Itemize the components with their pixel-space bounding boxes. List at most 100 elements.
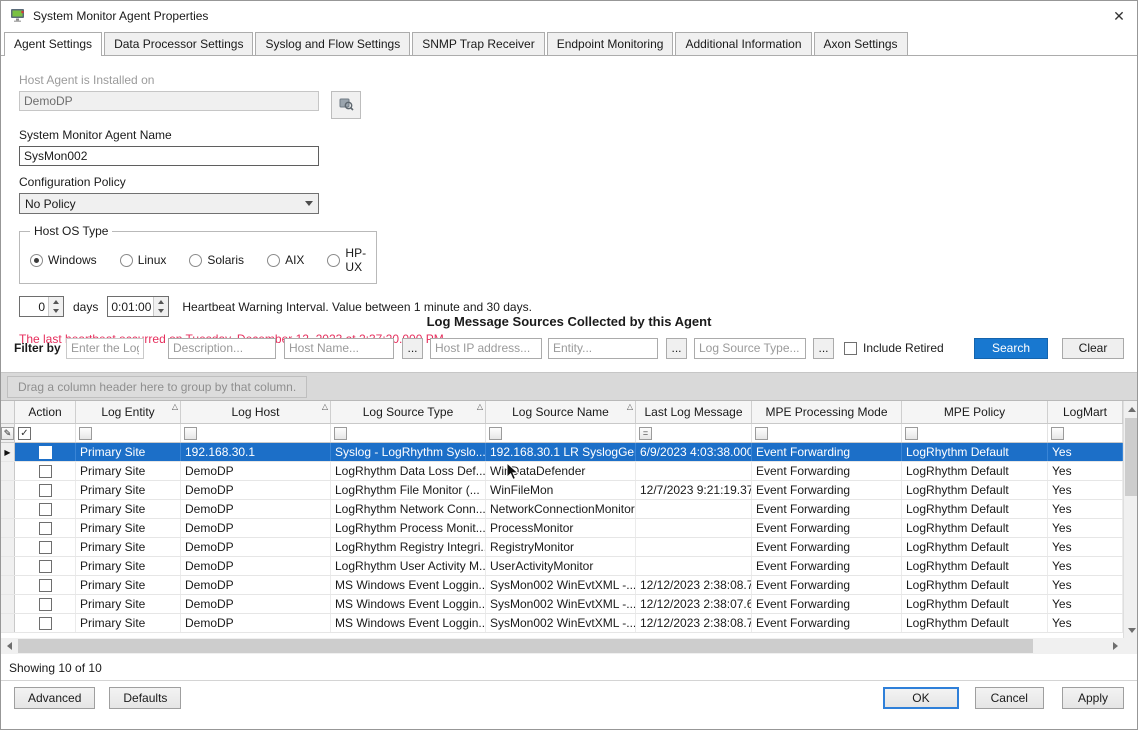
filter-icon[interactable]: [905, 427, 918, 440]
filter-log-source-type-cell[interactable]: [331, 424, 486, 442]
close-icon[interactable]: ✕: [1101, 1, 1137, 31]
filter-logmart-cell[interactable]: [1048, 424, 1123, 442]
row-action-cell[interactable]: [15, 462, 76, 480]
filter-icon[interactable]: [755, 427, 768, 440]
host-ip-filter-input[interactable]: [430, 338, 542, 359]
row-checkbox[interactable]: [39, 465, 52, 478]
tab-snmp-trap-receiver[interactable]: SNMP Trap Receiver: [412, 32, 544, 55]
table-row[interactable]: Primary Site DemoDP MS Windows Event Log…: [1, 595, 1123, 614]
filter-log-source-name-cell[interactable]: [486, 424, 636, 442]
column-header-mpe-policy[interactable]: MPE Policy: [902, 401, 1048, 423]
select-host-button[interactable]: [331, 91, 361, 119]
entity-filter-input[interactable]: [548, 338, 658, 359]
filter-mpe-policy-cell[interactable]: [902, 424, 1048, 442]
tab-axon-settings[interactable]: Axon Settings: [814, 32, 908, 55]
row-action-cell[interactable]: [15, 519, 76, 537]
ok-button[interactable]: OK: [883, 687, 958, 709]
scroll-up-icon[interactable]: [1124, 401, 1138, 417]
tab-syslog-and-flow-settings[interactable]: Syslog and Flow Settings: [255, 32, 410, 55]
filter-icon[interactable]: [1051, 427, 1064, 440]
heartbeat-time-spinner[interactable]: 0:01:00: [107, 296, 169, 317]
filter-icon[interactable]: [79, 427, 92, 440]
column-header-log-host[interactable]: Log Host△: [181, 401, 331, 423]
row-action-cell[interactable]: [15, 500, 76, 518]
filter-action-cell[interactable]: ✓: [15, 424, 76, 442]
table-row[interactable]: Primary Site DemoDP MS Windows Event Log…: [1, 576, 1123, 595]
row-checkbox[interactable]: [39, 503, 52, 516]
log-source-filter-input[interactable]: [66, 338, 144, 359]
filter-icon[interactable]: [184, 427, 197, 440]
log-source-type-filter-input[interactable]: [694, 338, 806, 359]
horizontal-scrollbar[interactable]: [1, 638, 1123, 654]
table-row[interactable]: Primary Site DemoDP LogRhythm Registry I…: [1, 538, 1123, 557]
filter-log-host-cell[interactable]: [181, 424, 331, 442]
column-header-action[interactable]: Action: [15, 401, 76, 423]
table-row[interactable]: Primary Site DemoDP LogRhythm File Monit…: [1, 481, 1123, 500]
search-button[interactable]: Search: [974, 338, 1048, 359]
spinner-arrows-icon[interactable]: [153, 297, 168, 316]
table-row[interactable]: Primary Site DemoDP LogRhythm User Activ…: [1, 557, 1123, 576]
host-name-filter-input[interactable]: [284, 338, 394, 359]
cancel-button[interactable]: Cancel: [975, 687, 1044, 709]
column-header-mpe-processing-mode[interactable]: MPE Processing Mode: [752, 401, 902, 423]
heartbeat-days-spinner[interactable]: 0: [19, 296, 64, 317]
filter-log-entity-cell[interactable]: [76, 424, 181, 442]
row-action-cell[interactable]: [15, 443, 76, 461]
vertical-scroll-thumb[interactable]: [1125, 418, 1138, 496]
column-header-log-entity[interactable]: Log Entity△: [76, 401, 181, 423]
log-source-type-browse-button[interactable]: ...: [813, 338, 834, 359]
advanced-button[interactable]: Advanced: [14, 687, 95, 709]
host-name-browse-button[interactable]: ...: [402, 338, 423, 359]
tab-data-processor-settings[interactable]: Data Processor Settings: [104, 32, 253, 55]
column-header-log-source-name[interactable]: Log Source Name△: [486, 401, 636, 423]
include-retired-option[interactable]: Include Retired: [844, 341, 944, 355]
spinner-arrows-icon[interactable]: [48, 297, 63, 316]
defaults-button[interactable]: Defaults: [109, 687, 181, 709]
table-row[interactable]: Primary Site DemoDP LogRhythm Process Mo…: [1, 519, 1123, 538]
row-action-cell[interactable]: [15, 481, 76, 499]
tab-agent-settings[interactable]: Agent Settings: [4, 32, 102, 56]
equals-operator-icon[interactable]: =: [639, 427, 652, 440]
filter-icon[interactable]: [489, 427, 502, 440]
column-header-logmart[interactable]: LogMart: [1048, 401, 1123, 423]
os-radio-aix[interactable]: AIX: [267, 253, 304, 267]
row-checkbox[interactable]: [39, 579, 52, 592]
include-retired-checkbox[interactable]: [844, 342, 857, 355]
os-radio-solaris[interactable]: Solaris: [189, 253, 244, 267]
row-action-cell[interactable]: [15, 595, 76, 613]
scroll-right-icon[interactable]: [1107, 638, 1123, 654]
row-checkbox[interactable]: [39, 484, 52, 497]
row-checkbox[interactable]: [39, 560, 52, 573]
clear-button[interactable]: Clear: [1062, 338, 1124, 359]
row-checkbox[interactable]: [39, 541, 52, 554]
table-row[interactable]: ▶ Primary Site 192.168.30.1 Syslog - Log…: [1, 443, 1123, 462]
row-checkbox[interactable]: [39, 598, 52, 611]
tab-endpoint-monitoring[interactable]: Endpoint Monitoring: [547, 32, 674, 55]
table-row[interactable]: Primary Site DemoDP LogRhythm Data Loss …: [1, 462, 1123, 481]
configuration-policy-select[interactable]: No Policy: [19, 193, 319, 214]
filter-mpe-processing-mode-cell[interactable]: [752, 424, 902, 442]
horizontal-scroll-thumb[interactable]: [18, 639, 1033, 653]
os-radio-linux[interactable]: Linux: [120, 253, 167, 267]
entity-browse-button[interactable]: ...: [666, 338, 687, 359]
row-checkbox[interactable]: [39, 522, 52, 535]
vertical-scrollbar[interactable]: [1123, 401, 1138, 638]
agent-name-input[interactable]: [19, 146, 319, 166]
row-checkbox[interactable]: [39, 446, 52, 459]
scroll-down-icon[interactable]: [1124, 622, 1138, 638]
row-action-cell[interactable]: [15, 614, 76, 632]
row-action-cell[interactable]: [15, 557, 76, 575]
filter-last-log-message-cell[interactable]: =: [636, 424, 752, 442]
row-action-cell[interactable]: [15, 576, 76, 594]
column-header-last-log-message[interactable]: Last Log Message: [636, 401, 752, 423]
os-radio-windows[interactable]: Windows: [30, 253, 97, 267]
apply-button[interactable]: Apply: [1062, 687, 1124, 709]
table-row[interactable]: Primary Site DemoDP MS Windows Event Log…: [1, 614, 1123, 633]
column-header-log-source-type[interactable]: Log Source Type△: [331, 401, 486, 423]
select-all-checkbox[interactable]: ✓: [18, 427, 31, 440]
description-filter-input[interactable]: [168, 338, 276, 359]
row-action-cell[interactable]: [15, 538, 76, 556]
filter-icon[interactable]: [334, 427, 347, 440]
table-row[interactable]: Primary Site DemoDP LogRhythm Network Co…: [1, 500, 1123, 519]
os-radio-hpux[interactable]: HP-UX: [327, 246, 368, 274]
